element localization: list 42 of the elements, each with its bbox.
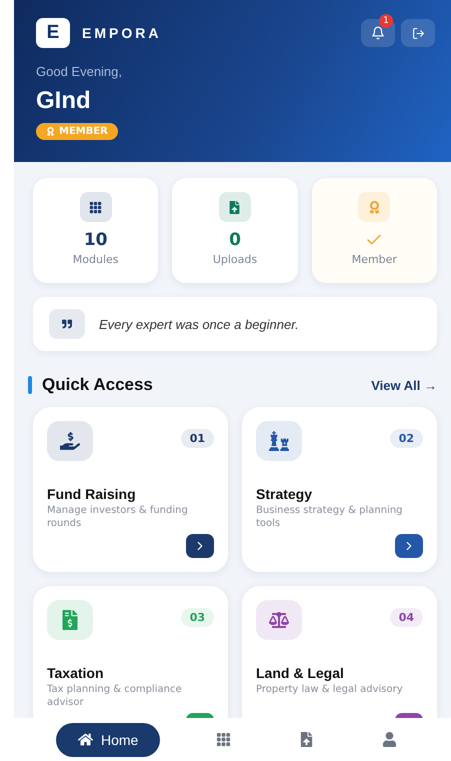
module-number: 04 [390, 608, 423, 627]
module-description: Tax planning & compliance advisor [47, 684, 183, 709]
accent-bar [28, 376, 32, 394]
module-title: Strategy [256, 486, 314, 502]
file-upload-icon [299, 732, 314, 747]
module-card[interactable]: 02 Strategy Business strategy & planning tools [242, 407, 437, 572]
stat-label: Modules [72, 253, 119, 266]
bell-icon [371, 26, 385, 40]
module-title: Land & Legal [256, 665, 345, 681]
logout-button[interactable] [401, 19, 435, 47]
home-tab[interactable]: Home [56, 722, 160, 756]
stat-value: 10 [84, 230, 108, 250]
quote-text: Every expert was once a beginner. [99, 316, 299, 332]
module-description: Property law & legal advisory [256, 684, 404, 697]
module-title: Fund Raising [47, 486, 137, 502]
notification-count: 1 [379, 14, 393, 28]
module-description: Business strategy & planning tools [256, 505, 404, 530]
section-title: Quick Access [42, 375, 153, 395]
module-number: 02 [390, 429, 423, 448]
module-card[interactable]: 03 Taxation Tax planning & compliance advisor [33, 586, 228, 718]
greeting: Good Evening, [36, 64, 124, 79]
open-button[interactable] [395, 534, 423, 558]
module-number: 03 [180, 608, 214, 627]
brand-name: EMPORA [82, 25, 162, 41]
stat-label: Uploads [212, 253, 258, 266]
view-all-link[interactable]: View All → [371, 378, 437, 392]
member-badge: MEMBER [36, 123, 118, 140]
stat-value: 0 [229, 230, 241, 250]
grid-icon [216, 732, 232, 747]
logo: E [36, 18, 70, 48]
home-icon [78, 732, 93, 747]
module-number: 01 [180, 429, 214, 448]
module-card[interactable]: 04 Land & Legal Property law & legal advisory [242, 586, 437, 718]
stat-label: Member [352, 253, 397, 266]
module-title: Taxation [47, 665, 105, 681]
user-name: GInd [36, 87, 92, 115]
user-icon [382, 732, 398, 747]
quote-icon [49, 309, 85, 339]
module-card[interactable]: 01 Fund Raising Manage investors & funding rounds [33, 407, 228, 572]
module-description: Manage investors & funding rounds [47, 505, 189, 530]
open-button[interactable] [186, 534, 214, 558]
logout-icon [412, 26, 424, 40]
